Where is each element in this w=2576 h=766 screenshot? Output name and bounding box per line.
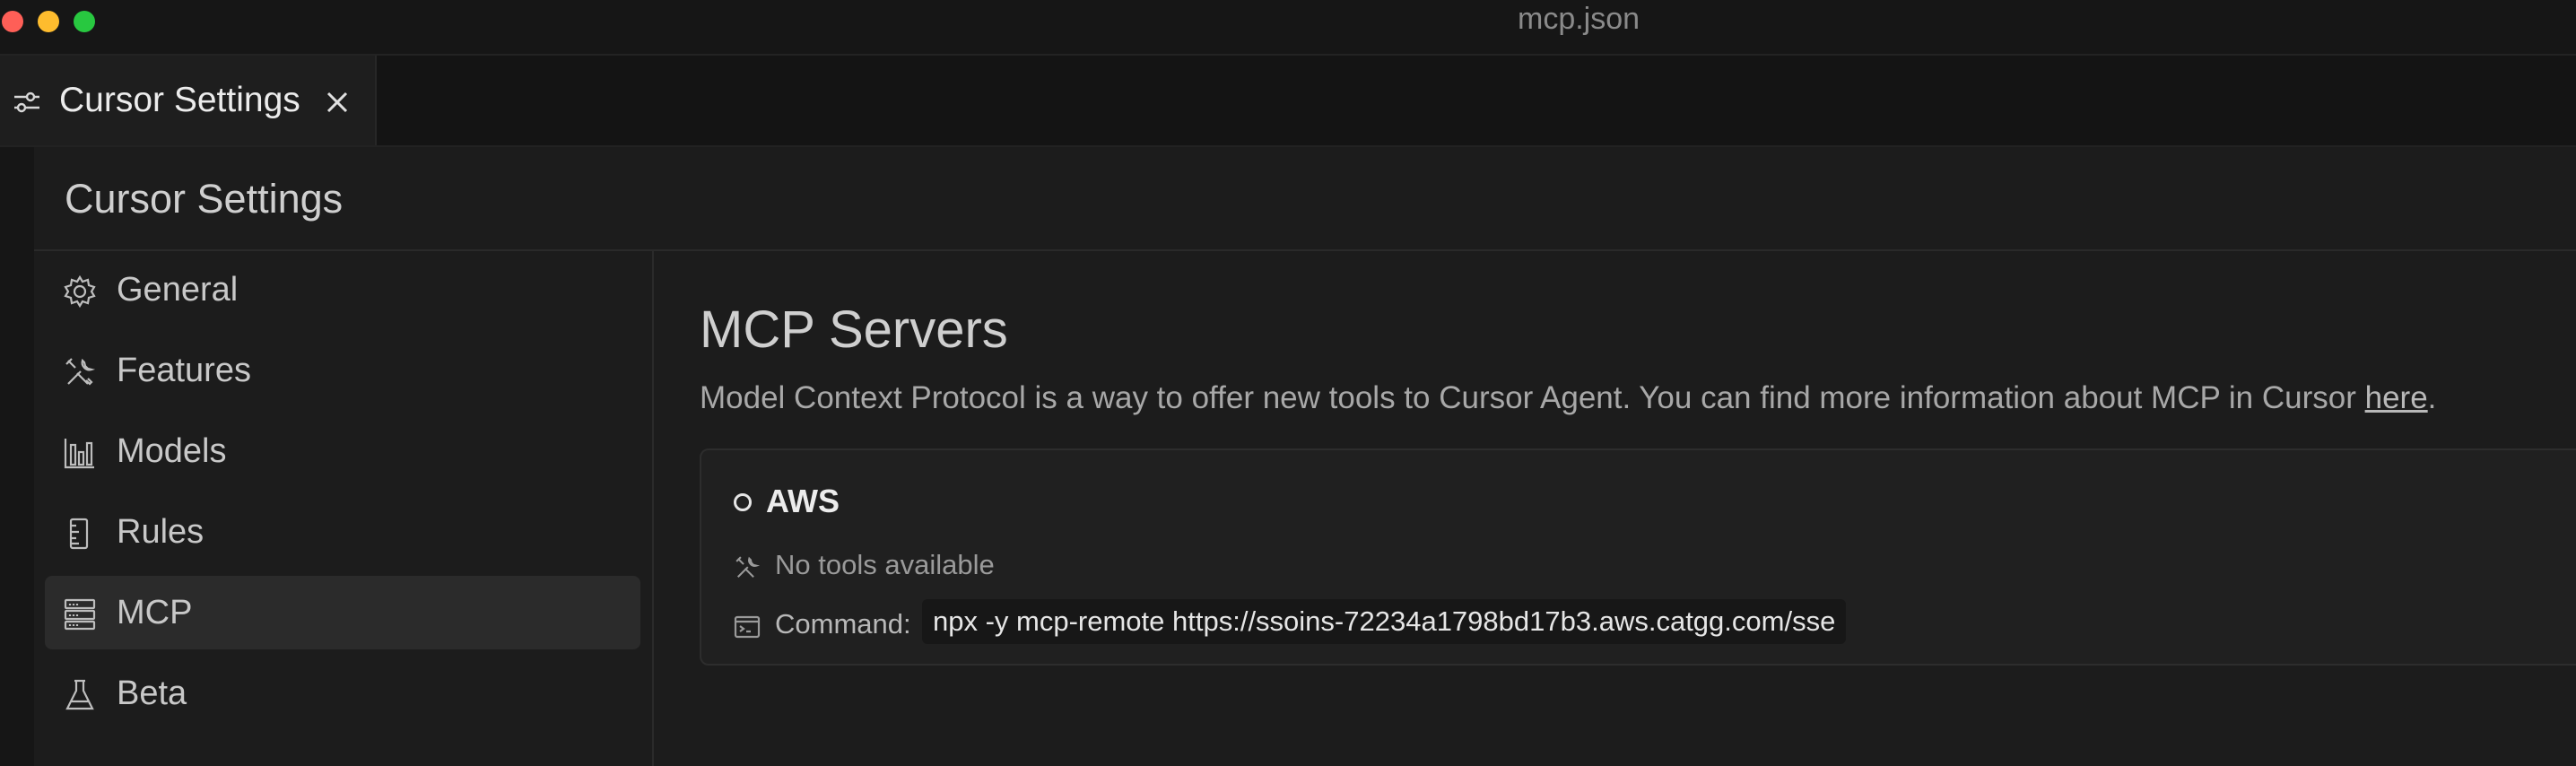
sidebar-item-features[interactable]: Features (45, 334, 640, 407)
sidebar-item-beta[interactable]: Beta (45, 657, 640, 730)
sidebar-item-label: General (117, 271, 239, 309)
close-window-button[interactable] (2, 11, 23, 32)
tools-icon (63, 355, 97, 389)
server-icon (63, 597, 97, 631)
bar-chart-icon (63, 436, 97, 470)
title-bar: mcp.json (0, 0, 2576, 56)
tab-cursor-settings[interactable]: Cursor Settings (0, 56, 377, 145)
mcp-server-card: AWS No tools available Command: npx -y m… (700, 448, 2576, 666)
sidebar-item-label: Rules (117, 513, 205, 551)
sidebar-item-models[interactable]: Models (45, 414, 640, 488)
sidebar-item-label: Models (117, 432, 227, 470)
gear-icon (63, 274, 97, 309)
sidebar-item-label: MCP (117, 594, 193, 631)
command-label: Command: (775, 608, 911, 640)
close-icon[interactable] (321, 86, 353, 118)
tools-icon (734, 554, 761, 581)
settings-sidebar: General Features Models Rules MCP Beta (45, 253, 640, 737)
sidebar-item-mcp[interactable]: MCP (45, 576, 640, 649)
minimize-window-button[interactable] (38, 11, 59, 32)
sidebar-item-rules[interactable]: Rules (45, 495, 640, 569)
zoom-window-button[interactable] (74, 11, 95, 32)
page-title: MCP Servers (700, 300, 1008, 359)
header-divider (34, 249, 2576, 251)
settings-title: Cursor Settings (65, 176, 344, 222)
sliders-icon (13, 88, 41, 117)
sidebar-divider (652, 251, 654, 766)
window-title: mcp.json (1518, 2, 1640, 36)
activity-strip (0, 147, 34, 766)
here-link[interactable]: here (2365, 380, 2428, 415)
page-description: Model Context Protocol is a way to offer… (700, 380, 2436, 416)
flask-icon (63, 678, 97, 712)
description-end: . (2427, 380, 2437, 415)
sidebar-item-general[interactable]: General (45, 253, 640, 326)
description-text: Model Context Protocol is a way to offer… (700, 380, 2365, 415)
sidebar-item-label: Features (117, 352, 251, 389)
terminal-icon (734, 614, 761, 640)
tools-status: No tools available (775, 549, 995, 580)
tab-bar: Cursor Settings (0, 56, 2576, 147)
command-value: npx -y mcp-remote https://ssoins-72234a1… (922, 599, 1847, 644)
sidebar-item-label: Beta (117, 675, 187, 712)
tab-label: Cursor Settings (59, 81, 300, 119)
settings-page: Cursor Settings General Features Models … (0, 147, 2576, 766)
ruler-icon (63, 517, 97, 551)
server-name: AWS (766, 483, 840, 519)
status-indicator (734, 493, 752, 511)
